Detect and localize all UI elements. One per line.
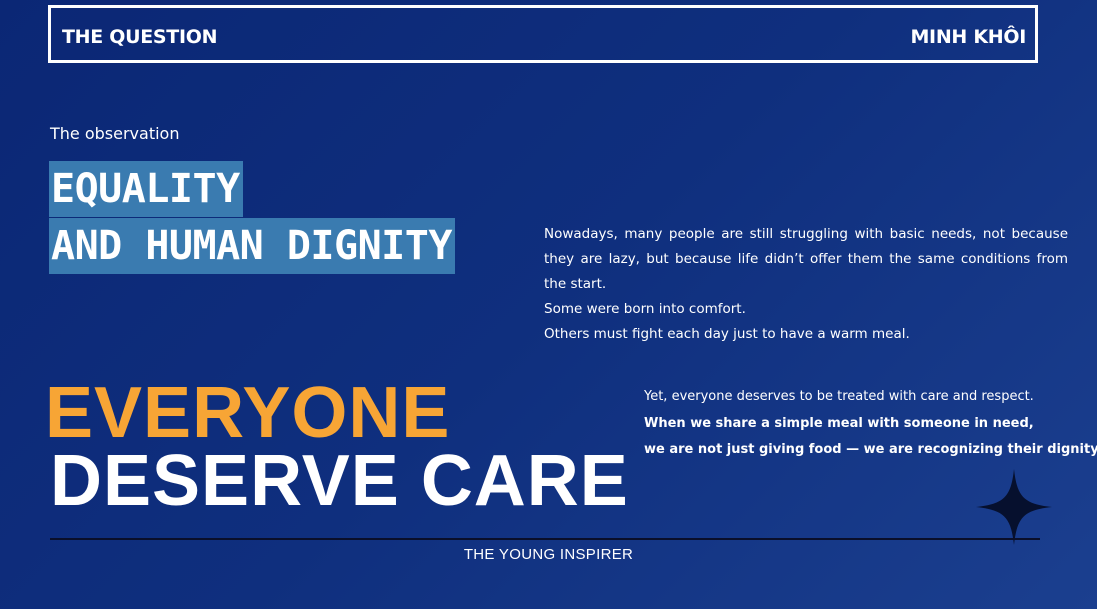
big-statement-line-2: DESERVE CARE <box>50 441 629 521</box>
header-author: MINH KHÔI <box>910 26 1026 48</box>
intro-paragraph-line: Nowadays, many people are still struggli… <box>544 226 1068 292</box>
closing-paragraph-line: Yet, everyone deserves to be treated wit… <box>644 389 1034 404</box>
headline-line-1: EQUALITY <box>49 161 243 217</box>
footer-divider <box>50 538 1040 540</box>
closing-paragraph-bold-line: we are not just giving food — we are rec… <box>644 442 1097 457</box>
closing-paragraph-bold-line: When we share a simple meal with someone… <box>644 415 1034 431</box>
closing-paragraph: Yet, everyone deserves to be treated wit… <box>644 384 1097 464</box>
four-point-star-icon <box>976 469 1052 545</box>
headline-line-2: AND HUMAN DIGNITY <box>49 218 455 274</box>
footer-brand: THE YOUNG INSPIRER <box>463 546 634 563</box>
header-title: THE QUESTION <box>62 26 218 48</box>
intro-paragraph-line: Some were born into comfort. <box>544 301 746 317</box>
intro-paragraph: Nowadays, many people are still struggli… <box>544 222 1068 347</box>
header-box: THE QUESTION MINH KHÔI <box>48 5 1038 63</box>
observation-label: The observation <box>50 124 180 143</box>
intro-paragraph-line: Others must fight each day just to have … <box>544 326 910 342</box>
